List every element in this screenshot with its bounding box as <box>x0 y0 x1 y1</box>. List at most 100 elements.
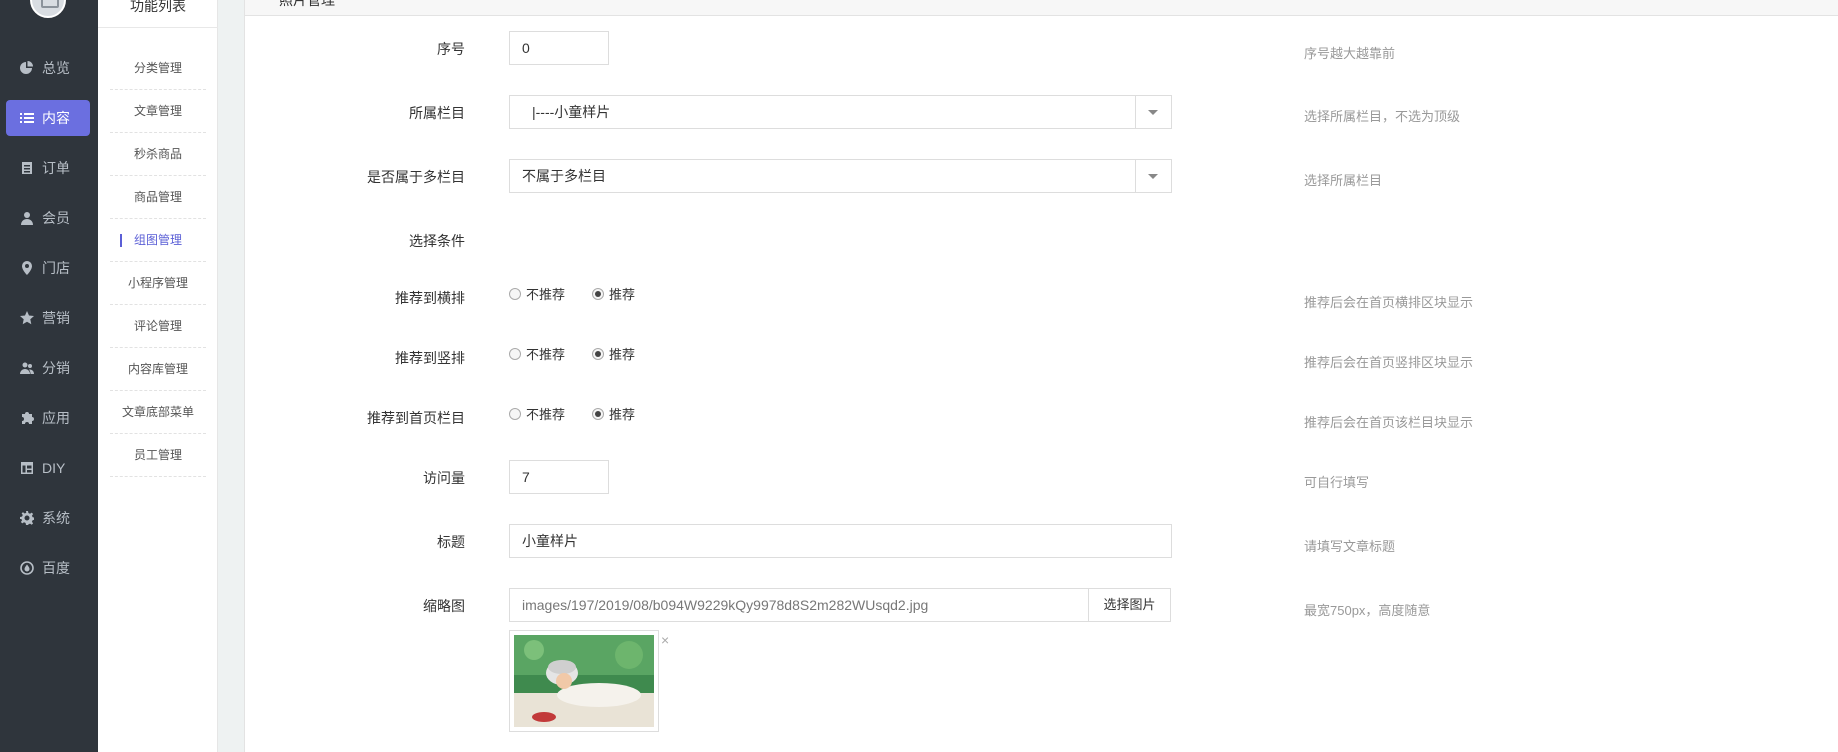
recommend-home-label: 推荐到首页栏目 <box>367 410 465 426</box>
recommend-horizontal-no-radio[interactable]: 不推荐 <box>509 284 565 303</box>
nav-label: 门店 <box>42 260 70 276</box>
nav-item-distribution[interactable]: 分销 <box>6 350 90 386</box>
order-label: 序号 <box>437 41 465 57</box>
column-select-value: |----小童样片 <box>532 104 611 120</box>
recommend-home-help: 推荐后会在首页该栏目块显示 <box>1304 415 1474 430</box>
nav-label: 订单 <box>42 160 70 176</box>
nav-item-diy[interactable]: DIY <box>6 450 90 486</box>
radio-button[interactable] <box>592 287 604 300</box>
user-icon <box>20 211 34 225</box>
nav-item-apps[interactable]: 应用 <box>6 400 90 436</box>
nav-label: 内容 <box>42 110 70 126</box>
gear-icon <box>20 511 34 525</box>
nav-item-members[interactable]: 会员 <box>6 200 90 236</box>
nav-item-overview[interactable]: 总览 <box>6 50 90 86</box>
nav-label: 应用 <box>42 410 70 426</box>
radio-button[interactable] <box>592 407 604 420</box>
multi-column-label: 是否属于多栏目 <box>367 169 465 185</box>
recommend-vertical-yes-radio[interactable]: 推荐 <box>592 344 635 363</box>
function-list: 功能列表 分类管理 文章管理 秒杀商品 商品管理 组图管理 小程序管理 评论管理… <box>98 0 218 752</box>
multi-column-help: 选择所属栏目 <box>1304 173 1383 188</box>
order-icon <box>20 161 34 175</box>
radio-button[interactable] <box>592 347 604 360</box>
title-help: 请填写文章标题 <box>1304 539 1396 554</box>
submenu-item-staff[interactable]: 员工管理 <box>110 434 206 477</box>
visits-label: 访问量 <box>423 470 465 486</box>
submenu-item-content-library[interactable]: 内容库管理 <box>110 348 206 391</box>
panel-header: 照片管理 <box>245 0 1838 16</box>
column-help: 选择所属栏目，不选为顶级 <box>1304 109 1461 124</box>
recommend-vertical-no-radio[interactable]: 不推荐 <box>509 344 565 363</box>
nav-label: 系统 <box>42 510 70 526</box>
thumbnail-preview <box>509 630 659 732</box>
recommend-home-yes-radio[interactable]: 推荐 <box>592 404 635 423</box>
thumbnail-image <box>514 635 654 727</box>
chevron-down-icon[interactable] <box>1135 96 1171 128</box>
pie-chart-icon <box>20 61 34 75</box>
recommend-home-no-radio[interactable]: 不推荐 <box>509 404 565 423</box>
remove-image-icon[interactable]: × <box>661 632 669 648</box>
panel-title: 照片管理 <box>279 0 335 8</box>
nav-item-stores[interactable]: 门店 <box>6 250 90 286</box>
nav-label: 营销 <box>42 310 70 326</box>
nav-item-system[interactable]: 系统 <box>6 500 90 536</box>
submenu-item-products[interactable]: 商品管理 <box>110 176 206 219</box>
thumbnail-path-input[interactable]: images/197/2019/08/b094W9229kQy9978d8S2m… <box>509 588 1089 622</box>
title-input[interactable]: 小童样片 <box>509 524 1172 558</box>
avatar[interactable] <box>30 0 66 18</box>
radio-button[interactable] <box>509 347 521 360</box>
nav-label: 会员 <box>42 210 70 226</box>
radio-label: 不推荐 <box>526 347 566 362</box>
nav-label: 总览 <box>42 60 70 76</box>
recommend-vertical-label: 推荐到竖排 <box>395 350 465 366</box>
radio-label: 不推荐 <box>526 407 566 422</box>
main-sidebar: 总览 内容 订单 会员 门店 营销 分销 应用 DIY 系统 百度 <box>0 0 98 752</box>
submenu-item-category[interactable]: 分类管理 <box>110 47 206 90</box>
radio-label: 不推荐 <box>526 287 566 302</box>
recommend-horizontal-help: 推荐后会在首页横排区块显示 <box>1304 295 1474 310</box>
radio-button[interactable] <box>509 407 521 420</box>
star-icon <box>20 311 34 325</box>
submenu-item-galleries[interactable]: 组图管理 <box>110 219 206 262</box>
nav-item-content[interactable]: 内容 <box>6 100 90 136</box>
chevron-down-icon[interactable] <box>1135 160 1171 192</box>
recommend-horizontal-label: 推荐到横排 <box>395 290 465 306</box>
submenu-item-flash-sale[interactable]: 秒杀商品 <box>110 133 206 176</box>
multi-column-select-value: 不属于多栏目 <box>522 168 606 184</box>
thumbnail-help: 最宽750px，高度随意 <box>1304 603 1431 618</box>
submenu-item-miniprogram[interactable]: 小程序管理 <box>110 262 206 305</box>
function-list-title: 功能列表 <box>98 0 218 28</box>
radio-label: 推荐 <box>609 287 636 302</box>
visits-input[interactable]: 7 <box>509 460 609 494</box>
list-icon <box>20 111 34 125</box>
location-pin-icon <box>20 261 34 275</box>
column-label: 所属栏目 <box>409 105 465 121</box>
submenu-item-article-footer-menu[interactable]: 文章底部菜单 <box>110 391 206 434</box>
submenu-item-articles[interactable]: 文章管理 <box>110 90 206 133</box>
select-image-button[interactable]: 选择图片 <box>1089 588 1171 622</box>
nav-label: 分销 <box>42 360 70 376</box>
visits-help: 可自行填写 <box>1304 475 1370 490</box>
nav-item-baidu[interactable]: 百度 <box>6 550 90 586</box>
title-label: 标题 <box>437 534 465 550</box>
layout-icon <box>20 461 34 475</box>
puzzle-icon <box>20 411 34 425</box>
baidu-icon <box>20 561 34 575</box>
radio-label: 推荐 <box>609 347 636 362</box>
recommend-horizontal-yes-radio[interactable]: 推荐 <box>592 284 635 303</box>
radio-label: 推荐 <box>609 407 636 422</box>
nav-label: DIY <box>42 460 66 476</box>
thumbnail-label: 缩略图 <box>423 598 465 614</box>
nav-label: 百度 <box>42 560 70 576</box>
nav-item-marketing[interactable]: 营销 <box>6 300 90 336</box>
radio-button[interactable] <box>509 287 521 300</box>
recommend-vertical-help: 推荐后会在首页竖排区块显示 <box>1304 355 1474 370</box>
multi-column-select[interactable]: 不属于多栏目 <box>509 159 1172 193</box>
nav-item-orders[interactable]: 订单 <box>6 150 90 186</box>
submenu-item-comments[interactable]: 评论管理 <box>110 305 206 348</box>
order-help: 序号越大越靠前 <box>1304 46 1396 61</box>
users-icon <box>20 361 34 375</box>
conditions-label: 选择条件 <box>409 233 465 249</box>
order-input[interactable]: 0 <box>509 31 609 65</box>
column-select[interactable]: |----小童样片 <box>509 95 1172 129</box>
